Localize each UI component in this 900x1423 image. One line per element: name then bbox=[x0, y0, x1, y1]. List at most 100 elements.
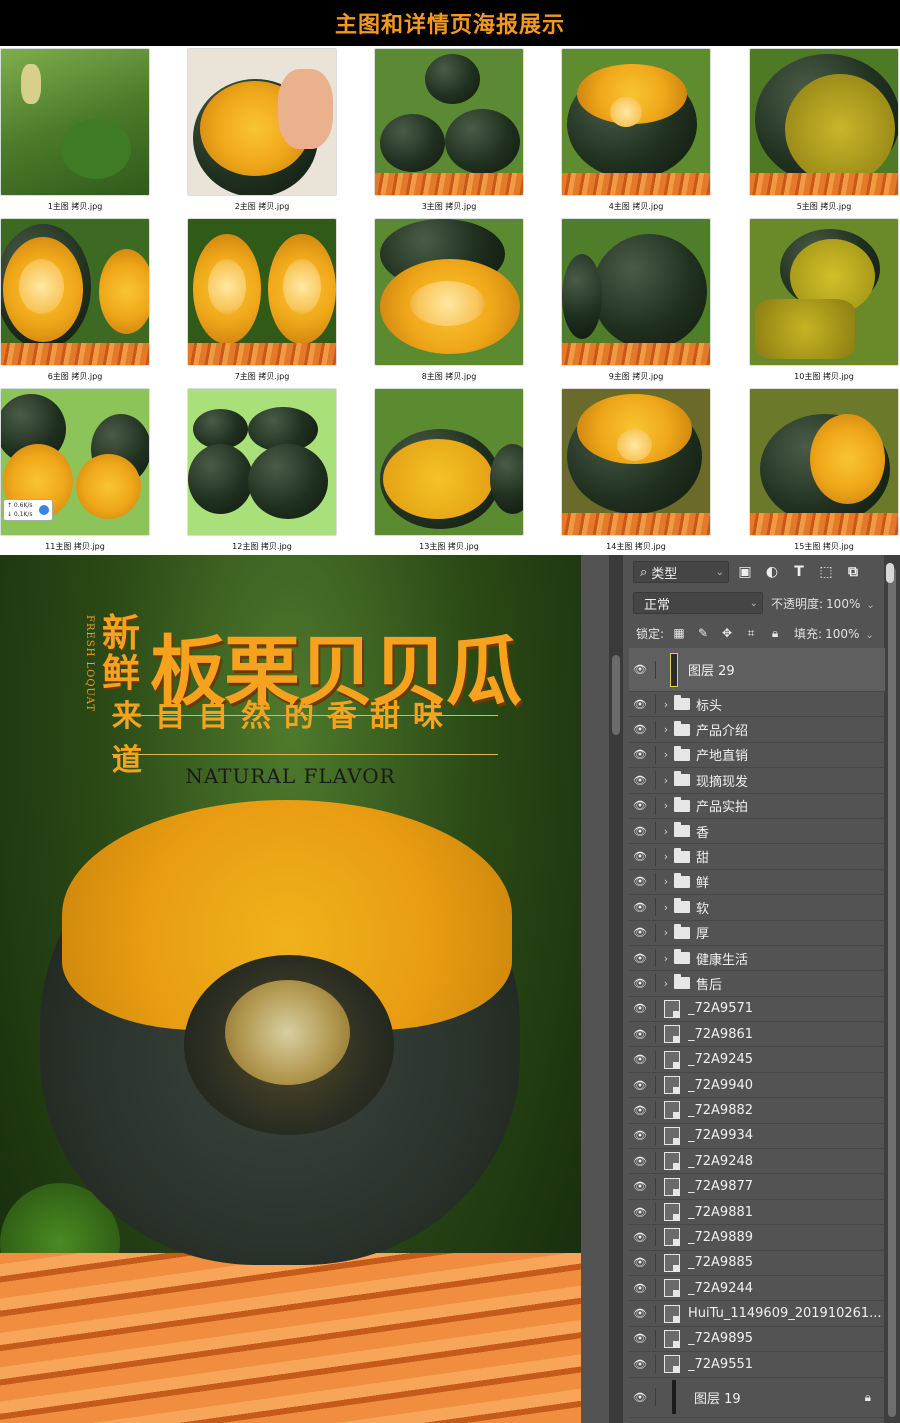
thumbnail-7[interactable]: 7主图 拷贝.jpg bbox=[187, 218, 337, 382]
visibility-eye-icon[interactable]: 👁︎ bbox=[629, 820, 651, 842]
thumbnail-15[interactable]: 15主图 拷贝.jpg bbox=[749, 388, 899, 552]
thumbnail-10[interactable]: 10主图 拷贝.jpg bbox=[749, 218, 899, 382]
visibility-eye-icon[interactable]: 👁︎ bbox=[629, 1353, 651, 1375]
visibility-eye-icon[interactable]: 👁︎ bbox=[629, 744, 651, 766]
visibility-eye-icon[interactable]: 👁︎ bbox=[629, 998, 651, 1020]
chevron-right-icon[interactable]: › bbox=[660, 977, 672, 990]
visibility-eye-icon[interactable]: 👁︎ bbox=[629, 1150, 651, 1172]
opacity-control[interactable]: 不透明度: 100% ⌄ bbox=[771, 595, 875, 612]
layer-group-row[interactable]: 👁︎ › 产地直销 bbox=[629, 743, 885, 769]
layer-group-row[interactable]: 👁︎ › 产品介绍 bbox=[629, 717, 885, 743]
fill-control[interactable]: 填充: 100% ⌄ bbox=[794, 625, 874, 642]
layer-group-row[interactable]: 👁︎ › 健康生活 bbox=[629, 946, 885, 972]
layer-row[interactable]: 👁︎ _72A9895 bbox=[629, 1327, 885, 1353]
visibility-eye-icon[interactable]: 👁︎ bbox=[629, 1176, 651, 1198]
visibility-eye-icon[interactable]: 👁︎ bbox=[629, 1303, 651, 1325]
visibility-eye-icon[interactable]: 👁︎ bbox=[629, 1049, 651, 1071]
layer-row[interactable]: 👁︎ _72A9861 bbox=[629, 1022, 885, 1048]
visibility-eye-icon[interactable]: 👁︎ bbox=[629, 693, 651, 715]
visibility-eye-icon[interactable]: 👁︎ bbox=[629, 719, 651, 741]
layer-group-row[interactable]: 👁︎ › 现摘现发 bbox=[629, 768, 885, 794]
thumbnail-1[interactable]: 1主图 拷贝.jpg bbox=[0, 48, 150, 212]
scrollbar-thumb[interactable] bbox=[612, 655, 620, 735]
visibility-eye-icon[interactable]: 👁︎ bbox=[629, 1099, 651, 1121]
layers-scrollbar[interactable] bbox=[884, 555, 900, 1423]
layer-row[interactable]: 👁︎ _72A9885 bbox=[629, 1251, 885, 1276]
type-filter-icon[interactable]: T bbox=[788, 561, 810, 583]
visibility-eye-icon[interactable]: 👁︎ bbox=[629, 769, 651, 791]
layer-row[interactable]: 👁︎ _72A9881 bbox=[629, 1200, 885, 1226]
layer-row[interactable]: 👁︎ _72A9889 bbox=[629, 1225, 885, 1251]
adjustment-filter-icon[interactable]: ◐ bbox=[761, 561, 783, 583]
visibility-eye-icon[interactable]: 👁︎ bbox=[629, 1252, 651, 1274]
lock-transparent-icon[interactable]: ▦ bbox=[670, 624, 688, 642]
layer-group-row[interactable]: 👁︎ › 标头 bbox=[629, 692, 885, 718]
thumbnail-13[interactable]: 13主图 拷贝.jpg bbox=[374, 388, 524, 552]
thumbnail-14[interactable]: 14主图 拷贝.jpg bbox=[561, 388, 711, 552]
image-filter-icon[interactable]: ▣ bbox=[734, 561, 756, 583]
layer-row[interactable]: 👁︎ 图层 29 bbox=[629, 648, 885, 692]
chevron-right-icon[interactable]: › bbox=[660, 825, 672, 838]
thumbnail-5[interactable]: 5主图 拷贝.jpg bbox=[749, 48, 899, 212]
thumbnail-3[interactable]: 3主图 拷贝.jpg bbox=[374, 48, 524, 212]
chevron-right-icon[interactable]: › bbox=[660, 748, 672, 761]
canvas-scrollbar[interactable] bbox=[609, 555, 623, 1423]
chevron-right-icon[interactable]: › bbox=[660, 850, 672, 863]
visibility-eye-icon[interactable]: 👁︎ bbox=[629, 1074, 651, 1096]
lock-position-icon[interactable]: ✥ bbox=[718, 624, 736, 642]
layer-row[interactable]: 👁︎ _72A9245 bbox=[629, 1047, 885, 1073]
chevron-right-icon[interactable]: › bbox=[660, 723, 672, 736]
thumbnail-12[interactable]: 12主图 拷贝.jpg bbox=[187, 388, 337, 552]
layer-row[interactable]: 👁︎ _72A9248 bbox=[629, 1149, 885, 1175]
layer-row[interactable]: 👁︎ _72A9877 bbox=[629, 1174, 885, 1200]
visibility-eye-icon[interactable]: 👁︎ bbox=[629, 795, 651, 817]
chevron-right-icon[interactable]: › bbox=[660, 952, 672, 965]
poster-canvas[interactable]: FRESH LOQUAT 新鲜 板栗贝贝瓜 来自自然的香甜味道 NATURAL … bbox=[0, 555, 581, 1423]
thumbnail-8[interactable]: 8主图 拷贝.jpg bbox=[374, 218, 524, 382]
layer-row[interactable]: 👁︎ _72A9551 bbox=[629, 1352, 885, 1378]
shape-filter-icon[interactable]: ⬚ bbox=[815, 561, 837, 583]
layer-row[interactable]: 👁︎ HuiTu_1149609_201910261... bbox=[629, 1301, 885, 1327]
layer-row[interactable]: 👁︎ _72A9571 bbox=[629, 997, 885, 1023]
layer-row[interactable]: 👁︎ 图层 19 🔒︎ bbox=[629, 1378, 885, 1418]
layer-row[interactable]: 👁︎ _72A9882 bbox=[629, 1098, 885, 1124]
visibility-eye-icon[interactable]: 👁︎ bbox=[629, 871, 651, 893]
visibility-eye-icon[interactable]: 👁︎ bbox=[629, 1386, 651, 1408]
visibility-eye-icon[interactable]: 👁︎ bbox=[629, 1328, 651, 1350]
chevron-right-icon[interactable]: › bbox=[660, 774, 672, 787]
layer-group-row[interactable]: 👁︎ › 产品实拍 bbox=[629, 794, 885, 819]
blend-mode-select[interactable]: 正常 ⌄ bbox=[633, 592, 763, 614]
chevron-right-icon[interactable]: › bbox=[660, 799, 672, 812]
thumbnail-9[interactable]: 9主图 拷贝.jpg bbox=[561, 218, 711, 382]
chevron-right-icon[interactable]: › bbox=[660, 875, 672, 888]
layer-group-row[interactable]: 👁︎ › 厚 bbox=[629, 921, 885, 946]
thumbnail-2[interactable]: 2主图 拷贝.jpg bbox=[187, 48, 337, 212]
lock-paint-icon[interactable]: ✎ bbox=[694, 624, 712, 642]
chevron-right-icon[interactable]: › bbox=[660, 698, 672, 711]
smart-object-filter-icon[interactable]: ⧉ bbox=[842, 561, 864, 583]
layer-row[interactable]: 👁︎ _72A9934 bbox=[629, 1124, 885, 1150]
visibility-eye-icon[interactable]: 👁︎ bbox=[629, 896, 651, 918]
visibility-eye-icon[interactable]: 👁︎ bbox=[629, 1226, 651, 1248]
visibility-eye-icon[interactable]: 👁︎ bbox=[629, 972, 651, 994]
layer-row[interactable]: 👁︎ _72A9244 bbox=[629, 1276, 885, 1302]
chevron-right-icon[interactable]: › bbox=[660, 926, 672, 939]
chevron-right-icon[interactable]: › bbox=[660, 901, 672, 914]
visibility-eye-icon[interactable]: 👁︎ bbox=[629, 947, 651, 969]
visibility-eye-icon[interactable]: 👁︎ bbox=[629, 1277, 651, 1299]
visibility-eye-icon[interactable]: 👁︎ bbox=[629, 659, 651, 681]
visibility-eye-icon[interactable]: 👁︎ bbox=[629, 922, 651, 944]
layer-row[interactable]: 👁︎ _72A9940 bbox=[629, 1073, 885, 1099]
visibility-eye-icon[interactable]: 👁︎ bbox=[629, 1201, 651, 1223]
visibility-eye-icon[interactable]: 👁︎ bbox=[629, 1023, 651, 1045]
thumbnail-4[interactable]: 4主图 拷贝.jpg bbox=[561, 48, 711, 212]
layer-group-row[interactable]: 👁︎ › 香 bbox=[629, 819, 885, 845]
visibility-eye-icon[interactable]: 👁︎ bbox=[629, 846, 651, 868]
layer-group-row[interactable]: 👁︎ › 软 bbox=[629, 895, 885, 921]
layer-group-row[interactable]: 👁︎ › 售后 bbox=[629, 971, 885, 997]
scrollbar-thumb[interactable] bbox=[888, 567, 896, 1417]
visibility-eye-icon[interactable]: 👁︎ bbox=[629, 1125, 651, 1147]
thumbnail-6[interactable]: 6主图 拷贝.jpg bbox=[0, 218, 150, 382]
lock-all-icon[interactable]: 🔒︎ bbox=[766, 624, 784, 642]
layer-group-row[interactable]: 👁︎ › 鲜 bbox=[629, 870, 885, 896]
